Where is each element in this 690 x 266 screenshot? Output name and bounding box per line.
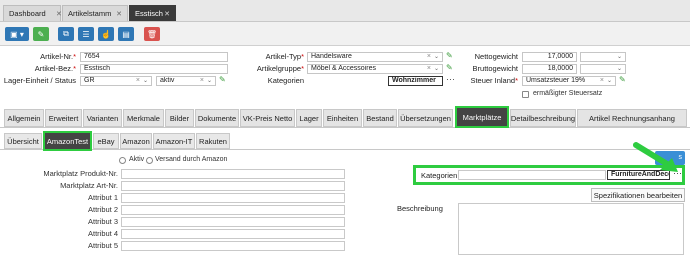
artikel-typ-label: Artikel-Typ* (265, 52, 304, 61)
attribut-2-input[interactable] (121, 205, 345, 215)
list-icon: ☰ (82, 29, 90, 39)
tab-einheiten[interactable]: Einheiten (323, 109, 362, 127)
tab-varianten[interactable]: Varianten (83, 109, 122, 127)
tab-artikelstamm[interactable]: Artikelstamm ✕ (62, 5, 128, 21)
tab-bestand[interactable]: Bestand (363, 109, 397, 127)
edit-icon[interactable]: ✎ (619, 75, 626, 84)
tab-lager[interactable]: Lager (296, 109, 322, 127)
attribut-5-input[interactable] (121, 241, 345, 251)
aktiv-label: Aktiv (129, 156, 145, 163)
steuer-inland-label: Steuer Inland* (470, 76, 518, 85)
attribut-3-input[interactable] (121, 217, 345, 227)
tab-bilder[interactable]: Bilder (165, 109, 194, 127)
field-label: Marktplatz Produkt-Nr. (43, 169, 118, 178)
tab-dokumente[interactable]: Dokumente (195, 109, 239, 127)
marktplatz-produkt-nr-input[interactable] (121, 169, 345, 179)
kategorien-input[interactable]: Wohnzimmer (388, 76, 443, 86)
versand-radio[interactable] (146, 157, 153, 164)
tab-detailbeschreibung[interactable]: Detailbeschreibung (510, 109, 576, 127)
spezifikationen-button[interactable]: Spezifikationen bearbeiten (591, 188, 685, 202)
more-icon[interactable]: ⋯ (446, 74, 455, 85)
document-button[interactable]: ▤ (118, 27, 134, 41)
edit-button[interactable]: ✎ (33, 27, 49, 41)
lager-status-label: Lager-Einheit / Status (3, 76, 76, 85)
beschreibung-label: Beschreibung (397, 204, 443, 213)
tab-marktplaetze[interactable]: Marktplätze (455, 106, 509, 128)
field-label: Attribut 4 (87, 229, 118, 238)
trash-icon: 🗑 (146, 29, 158, 39)
kategorien-field-label: Kategorien (421, 171, 458, 180)
edit-icon[interactable]: ✎ (219, 75, 226, 84)
artikelgruppe-label: Artikelgruppe* (256, 64, 304, 73)
aktiv-radio[interactable] (119, 157, 126, 164)
ermaessigt-label: ermäßigter Steuersatz (533, 90, 603, 97)
nettogewicht-input[interactable]: 17,0000 (522, 52, 577, 62)
marktplatz-art-nr-input[interactable] (121, 181, 345, 191)
tab-allgemein[interactable]: Allgemein (4, 109, 44, 127)
tab-esstisch[interactable]: Esstisch ✕ (129, 5, 176, 21)
tab-merkmale[interactable]: Merkmale (123, 109, 164, 127)
gewicht-einheit-select[interactable]: ⌄ (580, 64, 626, 74)
subtab-amazontest[interactable]: AmazonTest (43, 131, 92, 151)
subtab-amazon-it[interactable]: Amazon-IT (153, 133, 195, 149)
close-icon[interactable]: ✕ (56, 10, 62, 18)
subtab-rakuten[interactable]: Rakuten (196, 133, 230, 149)
bruttogewicht-input[interactable]: 18,0000 (522, 64, 577, 74)
steuer-inland-select[interactable]: Umsatzsteuer 19% × ⌄ (522, 76, 616, 86)
tab-label: Esstisch (135, 9, 163, 18)
field-label: Attribut 1 (87, 193, 118, 202)
artikel-bez-label: Artikel-Bez.* (34, 64, 76, 73)
document-icon: ▤ (122, 29, 130, 39)
kategorien-label: Kategorien (267, 76, 304, 85)
close-icon[interactable]: ✕ (116, 10, 122, 18)
field-label: Marktplatz Art-Nr. (60, 181, 118, 190)
hand-button[interactable]: ☝ (98, 27, 114, 41)
beschreibung-textarea[interactable] (458, 203, 684, 255)
kategorien-spacer-input (458, 170, 606, 180)
artikel-nr-input[interactable]: 7654 (80, 52, 228, 62)
tab-erweitert[interactable]: Erweitert (45, 109, 82, 127)
list-button[interactable]: ☰ (78, 27, 94, 41)
field-label: Attribut 3 (87, 217, 118, 226)
sub-tab-divider (0, 149, 690, 150)
edit-icon[interactable]: ✎ (446, 63, 453, 72)
attribut-4-input[interactable] (121, 229, 345, 239)
tab-vk-preis-netto[interactable]: VK-Preis Netto (240, 109, 295, 127)
tab-label: Artikelstamm (68, 9, 112, 18)
ermaessigt-checkbox[interactable] (522, 91, 529, 98)
hand-icon: ☝ (101, 29, 111, 39)
tab-uebersetzungen[interactable]: Übersetzungen (398, 109, 453, 127)
attribut-1-input[interactable] (121, 193, 345, 203)
kategorien-spacer (307, 76, 387, 86)
save-button[interactable]: ▣ ▾ (5, 27, 29, 41)
save-icon: ▣ ▾ (10, 29, 24, 39)
subtab-uebersicht[interactable]: Übersicht (4, 133, 42, 149)
nettogewicht-label: Nettogewicht (474, 52, 518, 61)
close-icon[interactable]: ✕ (164, 10, 170, 18)
status-select[interactable]: aktiv × ⌄ (156, 76, 216, 86)
gewicht-einheit-select[interactable]: ⌄ (580, 52, 626, 62)
lager-einheit-select[interactable]: GR × ⌄ (80, 76, 152, 86)
edit-icon[interactable]: ✎ (446, 51, 453, 60)
copy-icon: ⧉ (63, 29, 69, 38)
tab-dashboard[interactable]: Dashboard (3, 5, 61, 21)
versand-label: Versand durch Amazon (155, 156, 228, 163)
artikel-bez-input[interactable]: Esstisch (80, 64, 228, 74)
copy-button[interactable]: ⧉ (58, 27, 74, 41)
subtab-amazon[interactable]: Amazon (120, 133, 152, 149)
artikel-typ-select[interactable]: Handelsware × ⌄ (307, 52, 443, 62)
bruttogewicht-label: Bruttogewicht (472, 64, 518, 73)
arrow-annotation-icon (633, 142, 678, 172)
field-label: Attribut 5 (87, 241, 118, 250)
subtab-ebay[interactable]: eBay (93, 133, 119, 149)
tab-artikel-rechnungsanhang[interactable]: Artikel Rechnungsanhang (577, 109, 687, 127)
field-label: Attribut 2 (87, 205, 118, 214)
artikel-nr-label: Artikel-Nr.* (40, 52, 76, 61)
tab-label: Dashboard (9, 9, 46, 18)
delete-button[interactable]: 🗑 (144, 27, 160, 41)
artikelgruppe-select[interactable]: Möbel & Accessoires × ⌄ (307, 64, 443, 74)
edit-icon: ✎ (37, 29, 45, 39)
